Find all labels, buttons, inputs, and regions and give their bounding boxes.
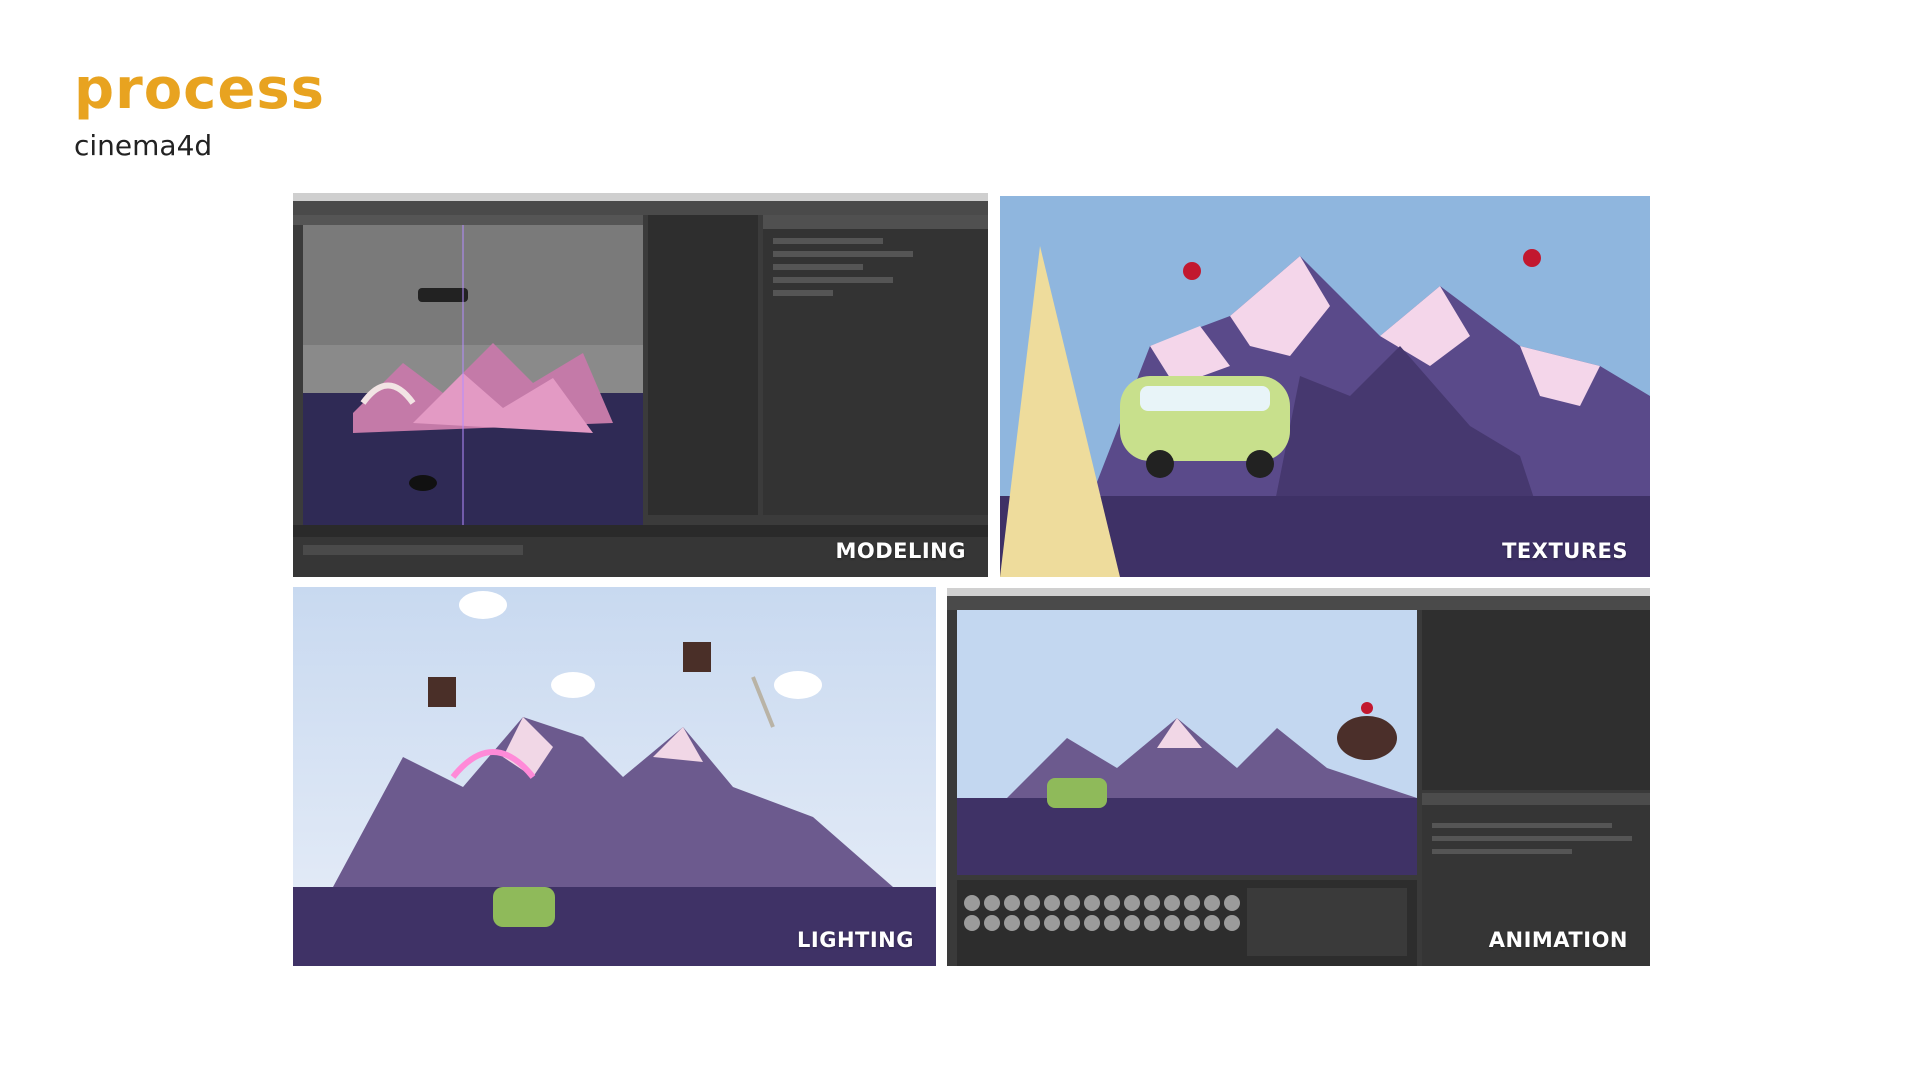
panel-label-lighting: LIGHTING — [797, 928, 914, 952]
textures-render: TEXTURES — [1000, 196, 1650, 577]
panel-label-animation: ANIMATION — [1488, 928, 1628, 952]
panel-label-modeling: MODELING — [835, 539, 966, 563]
lighting-render: LIGHTING — [293, 587, 936, 966]
panel-label-textures: TEXTURES — [1502, 539, 1628, 563]
scene-viewport-icon — [293, 193, 988, 577]
page-title: process — [74, 57, 326, 122]
animation-screenshot: ANIMATION — [947, 588, 1650, 966]
modeling-screenshot: MODELING — [293, 193, 988, 577]
cup-icon — [428, 677, 456, 707]
page-subtitle: cinema4d — [74, 129, 213, 162]
cherry-icon — [1183, 262, 1201, 280]
